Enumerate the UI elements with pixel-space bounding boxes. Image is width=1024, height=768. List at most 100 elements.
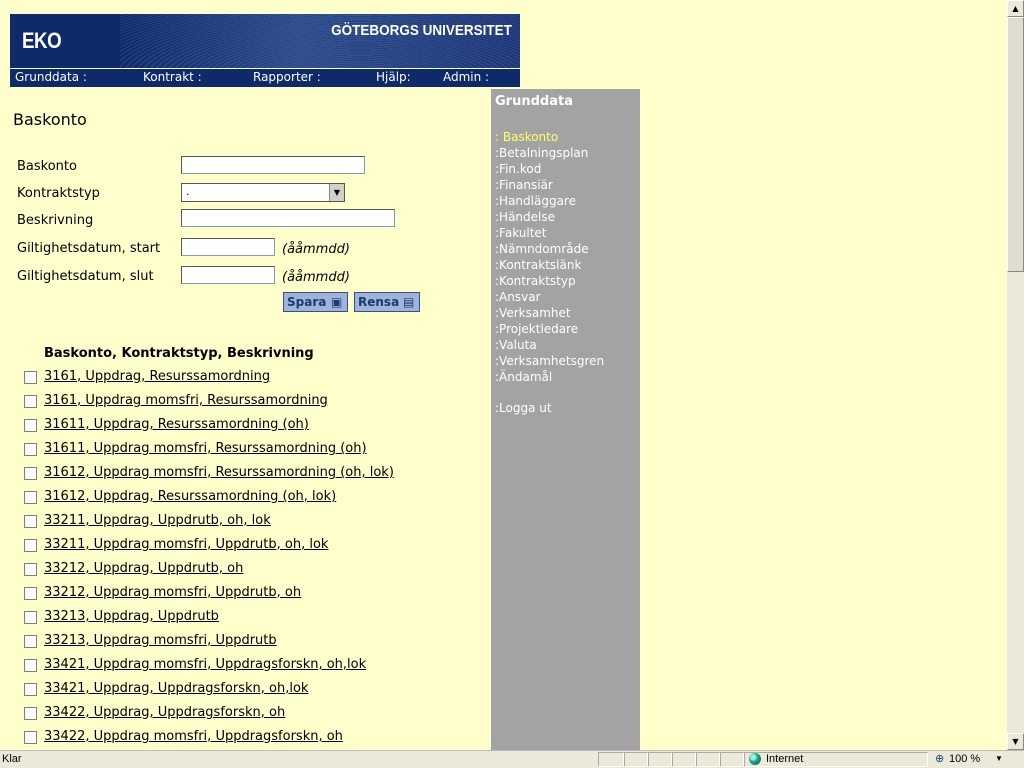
status-text: Klar xyxy=(2,753,22,765)
internet-globe-icon xyxy=(749,753,761,765)
sidebar-item-verksamhet[interactable]: :Verksamhet xyxy=(495,305,604,321)
status-cell xyxy=(648,752,672,767)
scroll-up-icon[interactable]: ▲ xyxy=(1007,0,1024,17)
clear-button-label: Rensa xyxy=(358,295,400,309)
site-banner: EKO GÖTEBORGS UNIVERSITET xyxy=(10,14,520,68)
row-link[interactable]: 33212, Uppdrag, Uppdrutb, oh xyxy=(44,561,243,576)
save-icon: ▣ xyxy=(331,295,343,309)
row-link[interactable]: 33213, Uppdrag momsfri, Uppdrutb xyxy=(44,633,277,648)
zoom-level[interactable]: 100 % xyxy=(949,753,980,765)
row-link[interactable]: 33422, Uppdrag momsfri, Uppdragsforskn, … xyxy=(44,729,343,744)
grunddata-sidebar: Grunddata : Baskonto :Betalningsplan :Fi… xyxy=(491,89,640,750)
university-name: GÖTEBORGS UNIVERSITET xyxy=(331,22,512,39)
menu-rapporter[interactable]: Rapporter : xyxy=(253,70,321,84)
sidebar-item-namndomrade[interactable]: :Nämndområde xyxy=(495,241,604,257)
end-date-input[interactable] xyxy=(181,266,275,284)
beskrivning-label: Beskrivning xyxy=(17,213,94,228)
zoom-dropdown-icon[interactable]: ▼ xyxy=(995,754,1003,763)
sidebar-item-handelse[interactable]: :Händelse xyxy=(495,209,604,225)
sidebar-item-valuta[interactable]: :Valuta xyxy=(495,337,604,353)
end-date-label: Giltighetsdatum, slut xyxy=(17,269,154,284)
save-button[interactable]: Spara ▣ xyxy=(283,292,348,312)
baskonto-label: Baskonto xyxy=(17,159,77,174)
row-checkbox[interactable] xyxy=(24,635,37,648)
row-checkbox[interactable] xyxy=(24,731,37,744)
status-cell xyxy=(720,752,744,767)
row-checkbox[interactable] xyxy=(24,443,37,456)
row-link[interactable]: 3161, Uppdrag momsfri, Resurssamordning xyxy=(44,393,328,408)
sidebar-item-kontraktslank[interactable]: :Kontraktslänk xyxy=(495,257,604,273)
sidebar-title: Grunddata xyxy=(495,94,573,109)
menu-grunddata[interactable]: Grunddata : xyxy=(15,70,87,84)
sidebar-item-baskonto[interactable]: : Baskonto xyxy=(495,129,604,145)
sidebar-item-verksamhetsgren[interactable]: :Verksamhetsgren xyxy=(495,353,604,369)
vertical-scrollbar[interactable]: ▲ ▼ xyxy=(1007,0,1024,750)
sidebar-menu: : Baskonto :Betalningsplan :Fin.kod :Fin… xyxy=(495,129,604,385)
kontraktstyp-label: Kontraktstyp xyxy=(17,186,100,201)
row-checkbox[interactable] xyxy=(24,419,37,432)
row-link[interactable]: 31612, Uppdrag, Resurssamordning (oh, lo… xyxy=(44,489,336,504)
row-link[interactable]: 3161, Uppdrag, Resurssamordning xyxy=(44,369,270,384)
row-link[interactable]: 33422, Uppdrag, Uppdragsforskn, oh xyxy=(44,705,285,720)
sidebar-item-fin-kod[interactable]: :Fin.kod xyxy=(495,161,604,177)
row-link[interactable]: 33211, Uppdrag, Uppdrutb, oh, lok xyxy=(44,513,271,528)
sidebar-item-handlaggare[interactable]: :Handläggare xyxy=(495,193,604,209)
row-checkbox[interactable] xyxy=(24,587,37,600)
page-viewport: EKO GÖTEBORGS UNIVERSITET Grunddata : Ko… xyxy=(0,0,1007,750)
row-checkbox[interactable] xyxy=(24,515,37,528)
page-title: Baskonto xyxy=(13,110,87,129)
kontraktstyp-selected-value: . xyxy=(186,185,190,198)
row-checkbox[interactable] xyxy=(24,539,37,552)
dropdown-arrow-icon[interactable]: ▼ xyxy=(329,184,344,201)
menu-kontrakt[interactable]: Kontrakt : xyxy=(143,70,202,84)
row-checkbox[interactable] xyxy=(24,371,37,384)
row-link[interactable]: 33421, Uppdrag momsfri, Uppdragsforskn, … xyxy=(44,657,366,672)
row-checkbox[interactable] xyxy=(24,491,37,504)
row-checkbox[interactable] xyxy=(24,683,37,696)
row-link[interactable]: 33212, Uppdrag momsfri, Uppdrutb, oh xyxy=(44,585,301,600)
sidebar-item-finansiar[interactable]: :Finansiär xyxy=(495,177,604,193)
save-button-label: Spara xyxy=(287,295,327,309)
scroll-down-icon[interactable]: ▼ xyxy=(1007,733,1024,750)
sidebar-item-kontraktstyp[interactable]: :Kontraktstyp xyxy=(495,273,604,289)
row-link[interactable]: 31612, Uppdrag momsfri, Resurssamordning… xyxy=(44,465,394,480)
status-bar: Klar Internet ⊕ 100 % ▼ xyxy=(0,750,1024,768)
sidebar-item-fakultet[interactable]: :Fakultet xyxy=(495,225,604,241)
sidebar-item-betalningsplan[interactable]: :Betalningsplan xyxy=(495,145,604,161)
security-zone: Internet xyxy=(766,753,804,765)
status-cell xyxy=(624,752,648,767)
list-header: Baskonto, Kontraktstyp, Beskrivning xyxy=(44,346,314,361)
row-checkbox[interactable] xyxy=(24,563,37,576)
start-date-hint: (ååmmdd) xyxy=(282,242,350,257)
menu-hjalp[interactable]: Hjälp: xyxy=(376,70,411,84)
scroll-thumb[interactable] xyxy=(1007,17,1024,272)
row-checkbox[interactable] xyxy=(24,395,37,408)
baskonto-input[interactable] xyxy=(181,156,365,174)
sidebar-item-projektledare[interactable]: :Projektledare xyxy=(495,321,604,337)
sidebar-item-ansvar[interactable]: :Ansvar xyxy=(495,289,604,305)
row-link[interactable]: 33213, Uppdrag, Uppdrutb xyxy=(44,609,219,624)
zoom-icon[interactable]: ⊕ xyxy=(935,752,944,765)
row-link[interactable]: 31611, Uppdrag, Resurssamordning (oh) xyxy=(44,417,309,432)
start-date-input[interactable] xyxy=(181,238,275,256)
row-link[interactable]: 31611, Uppdrag momsfri, Resurssamordning… xyxy=(44,441,367,456)
menu-admin[interactable]: Admin : xyxy=(443,70,489,84)
status-cell xyxy=(696,752,720,767)
row-checkbox[interactable] xyxy=(24,611,37,624)
logout-link[interactable]: :Logga ut xyxy=(495,401,552,415)
sidebar-item-andamal[interactable]: :Ändamål xyxy=(495,369,604,385)
status-cell xyxy=(672,752,696,767)
main-menu: Grunddata : Kontrakt : Rapporter : Hjälp… xyxy=(10,69,520,87)
beskrivning-input[interactable] xyxy=(181,209,395,227)
row-checkbox[interactable] xyxy=(24,659,37,672)
row-link[interactable]: 33211, Uppdrag momsfri, Uppdrutb, oh, lo… xyxy=(44,537,328,552)
status-cell xyxy=(598,752,624,767)
end-date-hint: (ååmmdd) xyxy=(282,270,350,285)
row-checkbox[interactable] xyxy=(24,707,37,720)
start-date-label: Giltighetsdatum, start xyxy=(17,241,161,256)
clear-button[interactable]: Rensa ▤ xyxy=(354,292,420,312)
kontraktstyp-select[interactable]: . ▼ xyxy=(181,183,345,202)
row-link[interactable]: 33421, Uppdrag, Uppdragsforskn, oh,lok xyxy=(44,681,308,696)
app-logo[interactable]: EKO xyxy=(22,28,62,54)
row-checkbox[interactable] xyxy=(24,467,37,480)
